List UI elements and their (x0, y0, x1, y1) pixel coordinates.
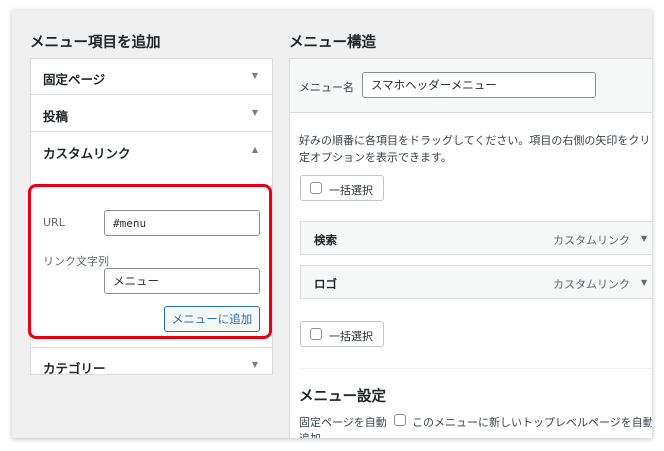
menu-name-label: メニュー名 (299, 81, 354, 94)
bulk-select-label: 一括選択 (329, 184, 373, 197)
url-label: URL (43, 216, 65, 229)
menu-item-type: カスタムリンク (553, 234, 630, 247)
auto-add-pages-label: 固定ページを自動 (299, 416, 387, 429)
custom-link-form: URL リンク文字列 メニューに追加 (31, 186, 272, 346)
auto-add-pages-option: このメニューに新しいトップレベルページを自動 (412, 416, 652, 429)
chevron-down-icon: ▼ (251, 108, 258, 117)
menu-item-name: 検索 (314, 233, 337, 247)
add-to-menu-button[interactable]: メニューに追加 (164, 306, 260, 332)
menu-item-name: ロゴ (314, 277, 337, 291)
chevron-down-icon: ▼ (251, 360, 258, 369)
menu-name-input[interactable] (362, 72, 596, 98)
menu-items-accordion: 固定ページ ▼ 投稿 ▼ カスタムリンク ▲ URL リンク文字列 メニューに追… (30, 58, 273, 376)
accordion-posts[interactable]: 投稿 ▼ (31, 96, 272, 132)
accordion-custom-links[interactable]: カスタムリンク ▲ (31, 133, 272, 169)
menu-item-logo[interactable]: ロゴ カスタムリンク ▼ (300, 265, 652, 299)
chevron-down-icon[interactable]: ▼ (641, 278, 647, 287)
bulk-select-button-bottom[interactable]: 一括選択 (300, 321, 384, 347)
accordion-custom-links-title: カスタムリンク (43, 146, 131, 161)
menu-settings-heading: メニュー設定 (299, 389, 386, 405)
accordion-pages-title: 固定ページ (43, 72, 106, 87)
drag-instructions-line2: 定オプションを表示できます。 (299, 151, 452, 164)
bulk-select-label: 一括選択 (329, 330, 373, 343)
accordion-pages[interactable]: 固定ページ ▼ (31, 59, 272, 95)
auto-add-pages-label-line2: 追加 (299, 430, 321, 438)
accordion-categories[interactable]: カテゴリー ▼ (31, 347, 272, 383)
menu-structure-heading: メニュー構造 (289, 35, 376, 51)
chevron-down-icon[interactable]: ▼ (641, 234, 647, 243)
menu-name-bar: メニュー名 (290, 59, 652, 113)
bulk-select-button-top[interactable]: 一括選択 (300, 175, 384, 201)
menu-item-type: カスタムリンク (553, 278, 630, 291)
link-text-label: リンク文字列 (43, 255, 109, 268)
chevron-up-icon: ▲ (251, 145, 258, 154)
link-text-input[interactable] (104, 268, 260, 294)
auto-add-pages-checkbox[interactable] (394, 414, 406, 426)
checkbox-icon[interactable] (310, 328, 322, 340)
drag-instructions-line1: 好みの順番に各項目をドラッグしてください。項目の右側の矢印をクリ (299, 134, 651, 147)
chevron-down-icon: ▼ (251, 71, 258, 80)
accordion-categories-title: カテゴリー (43, 361, 106, 376)
section-divider (300, 368, 652, 369)
menu-item-search[interactable]: 検索 カスタムリンク ▼ (300, 221, 652, 255)
url-input[interactable] (104, 210, 260, 236)
checkbox-icon[interactable] (310, 182, 322, 194)
add-menu-items-heading: メニュー項目を追加 (30, 35, 161, 51)
accordion-posts-title: 投稿 (43, 109, 69, 124)
menu-structure-panel: メニュー名 好みの順番に各項目をドラッグしてください。項目の右側の矢印をクリ 定… (289, 58, 652, 438)
admin-canvas: メニュー項目を追加 メニュー構造 固定ページ ▼ 投稿 ▼ カスタムリンク ▲ … (12, 10, 652, 438)
